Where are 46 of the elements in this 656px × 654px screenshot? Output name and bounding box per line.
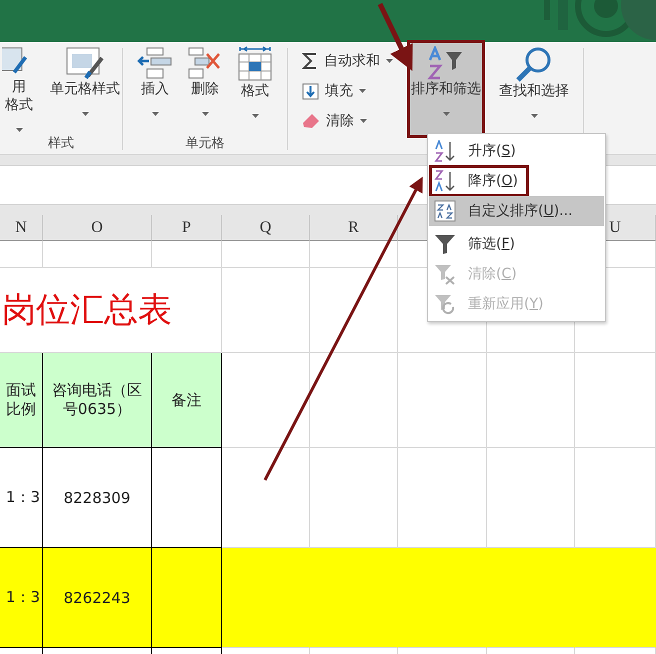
- custom-sort-icon: [434, 200, 456, 222]
- ribbon-button[interactable]: 填充: [300, 80, 395, 102]
- clear-filter-icon: [434, 263, 456, 285]
- table-header-cell: 咨询电话（区号0635）: [43, 353, 152, 448]
- filter-icon: [434, 233, 456, 255]
- search-icon: [515, 46, 553, 82]
- sum-icon: [302, 52, 318, 70]
- table-cell: 8262243: [43, 548, 152, 648]
- menu-item[interactable]: 自定义排序(U)...: [429, 196, 604, 226]
- sheet-title: 岗位汇总表: [0, 268, 222, 353]
- ribbon-button[interactable]: 用 格式: [0, 42, 38, 136]
- column-header[interactable]: P: [152, 215, 222, 241]
- sort-descending-icon: [434, 170, 456, 192]
- table-cell: 8228309: [43, 448, 152, 548]
- delete-cells-icon: [187, 46, 223, 80]
- ribbon-button[interactable]: 插入: [135, 42, 175, 136]
- group-label: 样式: [47, 136, 75, 152]
- insert-cells-icon: [137, 46, 173, 80]
- ribbon-button[interactable]: 清除: [300, 110, 395, 132]
- group-label: 单元格: [184, 136, 226, 152]
- eraser-icon: [302, 113, 320, 129]
- table-header-cell: 备注: [152, 353, 222, 448]
- table-cell: [152, 241, 222, 268]
- annotation-arrow: [378, 2, 413, 71]
- reapply-filter-icon: [434, 293, 456, 315]
- table-cell: [0, 241, 43, 268]
- column-header[interactable]: N: [0, 215, 43, 241]
- ribbon-button[interactable]: 格式: [235, 42, 275, 136]
- ribbon-button[interactable]: 排序和筛选: [409, 42, 483, 136]
- ribbon-button[interactable]: 自动求和: [300, 50, 395, 72]
- menu-item-label: 降序(O): [468, 172, 518, 190]
- table-cell: 1：3: [0, 448, 43, 548]
- sort-ascending-icon: [434, 140, 456, 162]
- table-header-cell: 面试比例: [0, 353, 43, 448]
- cell-style-icon: [66, 46, 104, 80]
- column-header[interactable]: Q: [222, 215, 310, 241]
- column-header[interactable]: O: [43, 215, 152, 241]
- column-header[interactable]: R: [310, 215, 398, 241]
- table-cell: 1：3: [0, 548, 43, 648]
- ribbon-button[interactable]: 查找和选择: [497, 42, 571, 136]
- fill-down-icon: [302, 82, 319, 100]
- format-cells-icon: [237, 46, 273, 82]
- menu-item[interactable]: 降序(O): [429, 166, 604, 196]
- ribbon-button[interactable]: 删除: [185, 42, 225, 136]
- menu-item[interactable]: 升序(S): [429, 136, 604, 166]
- ribbon-button[interactable]: 单元格样式: [48, 42, 122, 136]
